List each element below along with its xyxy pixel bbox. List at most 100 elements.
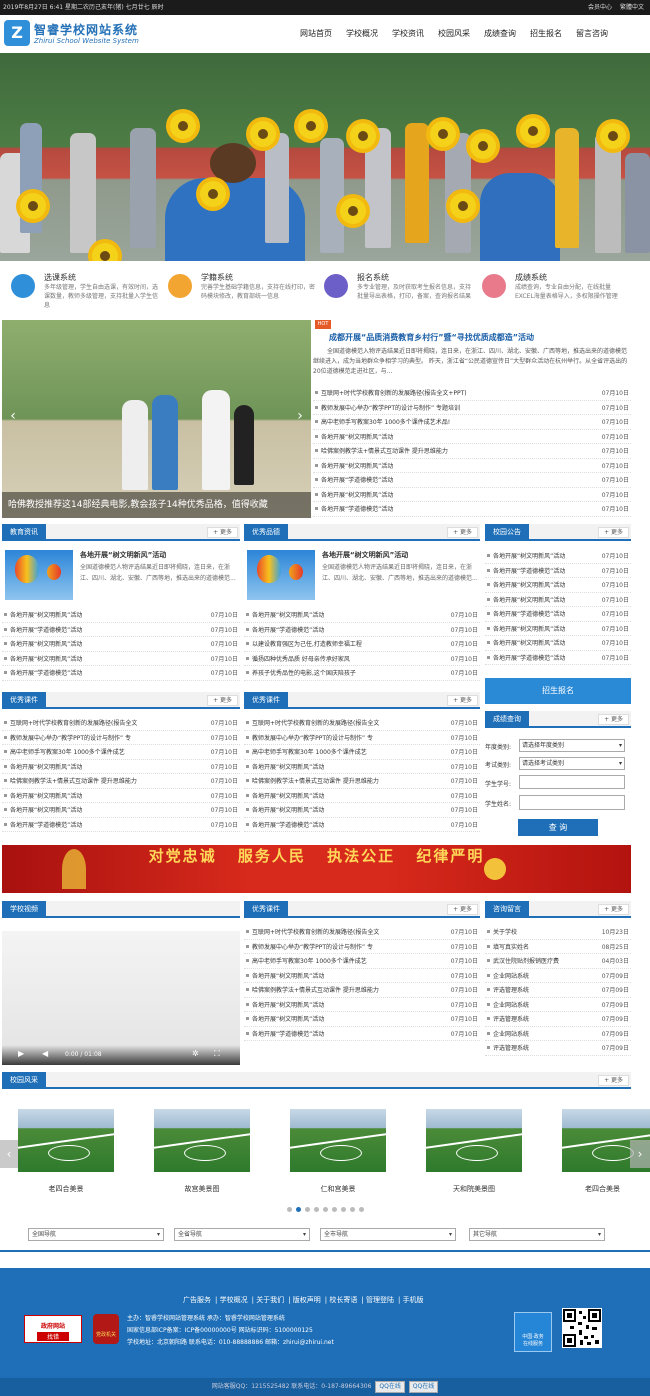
list-item[interactable]: 关于学校 10月23日 xyxy=(485,925,631,940)
carousel-dot[interactable] xyxy=(340,1207,346,1212)
list-item-title[interactable]: 教师发展中心举办“教学PPT的设计与制作” 专 xyxy=(252,942,447,951)
list-item[interactable]: 各地开展“树文明新风”活动 07月10日 xyxy=(2,789,240,803)
panel-title[interactable]: 优秀课件 xyxy=(2,692,46,709)
province-nav-select[interactable]: 全省导航 xyxy=(174,1228,310,1241)
city-nav-select[interactable]: 全市导航 xyxy=(320,1228,456,1241)
gallery-caption[interactable]: 仁和宫美景 xyxy=(283,1184,393,1194)
list-item[interactable]: 各地开展“树文明新风”活动 07月10日 xyxy=(485,578,631,593)
qq-online-button[interactable]: QQ在线 xyxy=(408,1381,439,1393)
carousel-dot[interactable] xyxy=(286,1207,292,1212)
list-item-title[interactable]: 关于学校 xyxy=(493,927,598,936)
more-button[interactable]: + 更多 xyxy=(447,695,478,706)
more-button[interactable]: + 更多 xyxy=(598,1075,629,1086)
more-button[interactable]: + 更多 xyxy=(598,527,629,538)
list-item-title[interactable]: 各地开展“树文明新风”活动 xyxy=(493,638,598,647)
list-item-title[interactable]: 各地开展“树文明新风”活动 xyxy=(252,1014,447,1023)
footer-link-about[interactable]: 学校概况 xyxy=(220,1296,248,1304)
gallery-image[interactable] xyxy=(154,1109,250,1172)
list-item-title[interactable]: 各地开展“学道德模范”活动 xyxy=(252,820,447,829)
more-button[interactable]: + 更多 xyxy=(447,904,478,915)
list-item[interactable]: 各地开展“树文明新风”活动 07月10日 xyxy=(244,998,480,1012)
qq-online-button[interactable]: QQ在线 xyxy=(375,1381,405,1393)
slider-next-icon[interactable]: › xyxy=(293,406,307,426)
volume-icon[interactable]: ◀ xyxy=(42,1049,48,1058)
list-item-title[interactable]: 企业网站系统 xyxy=(493,1000,598,1009)
list-item[interactable]: 各地开展“树文明新风”活动 07月10日 xyxy=(2,803,240,818)
footer-link-message[interactable]: 校长寄语 xyxy=(329,1296,357,1304)
list-item-title[interactable]: 填写真实姓名 xyxy=(493,942,598,951)
list-item[interactable]: 互联网+时代学校教育创新的发展路径(报告全文 07月10日 xyxy=(2,716,240,731)
other-nav-select[interactable]: 其它导航 xyxy=(469,1228,605,1241)
enroll-button[interactable]: 招生报名 xyxy=(485,678,631,704)
panel-title[interactable]: 优秀课件 xyxy=(244,692,288,709)
list-item[interactable]: 以建设教育强区为己任,打造教师幸福工程 07月10日 xyxy=(244,637,480,652)
list-item[interactable]: 养孩子优秀品性的电影,这个国庆陪孩子 07月10日 xyxy=(244,666,480,681)
carousel-dot[interactable] xyxy=(358,1207,364,1212)
list-item-title[interactable]: 各地开展“树文明新风”活动 xyxy=(493,551,598,560)
list-item-title[interactable]: 各地开展“树文明新风”活动 xyxy=(252,805,447,814)
fullscreen-icon[interactable]: ⛶ xyxy=(214,1049,220,1059)
list-item-title[interactable]: 各地开展“树文明新风”活动 xyxy=(252,971,447,980)
panel-title[interactable]: 校园公告 xyxy=(485,524,529,541)
list-item-title[interactable]: 武汉住院贴剂报销医疗费 xyxy=(493,956,598,965)
party-banner[interactable]: 对党忠诚 服务人民 执法公正 纪律严明 xyxy=(2,845,631,893)
list-item-title[interactable]: 各地开展“树文明新风”活动 xyxy=(10,805,207,814)
student-id-input[interactable] xyxy=(519,775,625,789)
list-item-title[interactable]: 互联网+时代学校教育创新的发展路径(报告全文 xyxy=(10,718,207,727)
year-select[interactable]: 请选择年度类别 xyxy=(519,739,625,752)
list-item-title[interactable]: 各地开展“树文明新风”活动 xyxy=(321,461,598,470)
list-item-title[interactable]: 各地开展“树文明新风”活动 xyxy=(493,595,598,604)
list-item[interactable]: 各地开展“学道德模范”活动 07月10日 xyxy=(244,1027,480,1041)
list-item[interactable]: 各地开展“树文明新风”活动 07月10日 xyxy=(485,549,631,564)
slider-prev-icon[interactable]: ‹ xyxy=(6,406,20,426)
list-item-title[interactable]: 哈佛案例教学法+情景式互动课件 提升思维能力 xyxy=(252,985,447,994)
list-item[interactable]: 各地开展“树文明新风”活动 07月10日 xyxy=(244,760,480,774)
footer-link-mobile[interactable]: 手机版 xyxy=(403,1296,424,1304)
list-item[interactable]: 哈佛案例教学法+情景式互动课件 提升思维能力 07月10日 xyxy=(244,774,480,789)
list-item[interactable]: 填写真实姓名 08月25日 xyxy=(485,940,631,954)
list-item-title[interactable]: 高中老师手写教案30年 1000多个课件成艺 xyxy=(252,956,447,965)
list-item-title[interactable]: 各地开展“学道德模范”活动 xyxy=(252,625,447,634)
logo-icon[interactable]: Z xyxy=(4,20,30,46)
list-item-title[interactable]: 哈佛案例教学法+情景式互动课件 提升思维能力 xyxy=(10,776,207,785)
list-item[interactable]: 各地开展“学道德模范”活动 07月10日 xyxy=(2,666,240,681)
list-item[interactable]: 各地开展“学道德模范”活动 07月10日 xyxy=(485,651,631,665)
carousel-dot[interactable] xyxy=(322,1207,328,1212)
panel-title[interactable]: 校园风采 xyxy=(2,1072,46,1089)
list-item[interactable]: 企业网站系统 07月09日 xyxy=(485,1027,631,1041)
nav-about[interactable]: 学校概况 xyxy=(346,26,378,42)
list-item[interactable]: 循扬四种优秀品质 好母亲传承好家风 07月10日 xyxy=(244,652,480,666)
list-item[interactable]: 各地开展“树文明新风”活动 07月10日 xyxy=(313,488,631,502)
feature-course[interactable]: 选课系统 多年级管理，学生自由选课，有效时间，选课数量，教师多级管理，支持批量入… xyxy=(3,270,161,314)
panel-title[interactable]: 咨询留言 xyxy=(485,901,529,918)
list-item[interactable]: 互联网+时代学校教育创新的发展路径(报告全文+PPT) 07月10日 xyxy=(313,386,631,401)
list-item-title[interactable]: 各地开展“树文明新风”活动 xyxy=(321,432,598,441)
list-item[interactable]: 哈佛案例教学法+情景式互动课件 提升思维能力 07月10日 xyxy=(244,983,480,998)
list-item-title[interactable]: 各地开展“树文明新风”活动 xyxy=(252,791,447,800)
list-item-title[interactable]: 高中老师手写教案30年 1000多个课件成艺术品! xyxy=(321,417,598,426)
list-item-title[interactable]: 各地开展“树文明新风”活动 xyxy=(10,654,207,663)
list-item[interactable]: 高中老师手写教案30年 1000多个课件成艺 07月10日 xyxy=(2,745,240,760)
list-item[interactable]: 各地开展“树文明新风”活动 07月10日 xyxy=(244,1012,480,1027)
panel-title[interactable]: 教育资讯 xyxy=(2,524,46,541)
list-item[interactable]: 教师发展中心举办“教学PPT的设计与制作” 专题培训 07月10日 xyxy=(313,401,631,415)
list-item-title[interactable]: 各地开展“学道德模范”活动 xyxy=(252,1029,447,1038)
list-item[interactable]: 评选管理系统 07月09日 xyxy=(485,983,631,998)
list-item-title[interactable]: 各地开展“学道德模范”活动 xyxy=(10,820,207,829)
query-button[interactable]: 查 询 xyxy=(518,819,598,836)
student-name-input[interactable] xyxy=(519,795,625,810)
list-item-title[interactable]: 各地开展“树文明新风”活动 xyxy=(252,610,447,619)
list-item-title[interactable]: 各地开展“学道德模范”活动 xyxy=(10,668,207,677)
news-slider[interactable]: ‹ › 哈佛教授推荐这14部经典电影,教会孩子14种优秀品格，值得收藏 xyxy=(2,320,311,518)
list-item-title[interactable]: 各地开展“学道德模范”活动 xyxy=(321,504,598,513)
carousel-dot[interactable] xyxy=(349,1207,355,1212)
list-item[interactable]: 企业网站系统 07月09日 xyxy=(485,998,631,1012)
list-item-title[interactable]: 哈佛案例教学法+情景式互动课件 提升思维能力 xyxy=(321,446,598,455)
list-item-title[interactable]: 各地开展“学道德模范”活动 xyxy=(493,566,598,575)
list-item[interactable]: 教师发展中心举办“教学PPT的设计与制作” 专 07月10日 xyxy=(2,731,240,745)
carousel-dot[interactable] xyxy=(331,1207,337,1212)
list-item[interactable]: 评选管理系统 07月09日 xyxy=(485,1012,631,1027)
list-item[interactable]: 高中老师手写教案30年 1000多个课件成艺术品! 07月10日 xyxy=(313,415,631,430)
headline-title[interactable]: 成都开展“品质消费教育乡村行”暨“寻找优质成都造”活动 xyxy=(329,332,534,343)
list-item[interactable]: 各地开展“树文明新风”活动 07月10日 xyxy=(485,636,631,651)
